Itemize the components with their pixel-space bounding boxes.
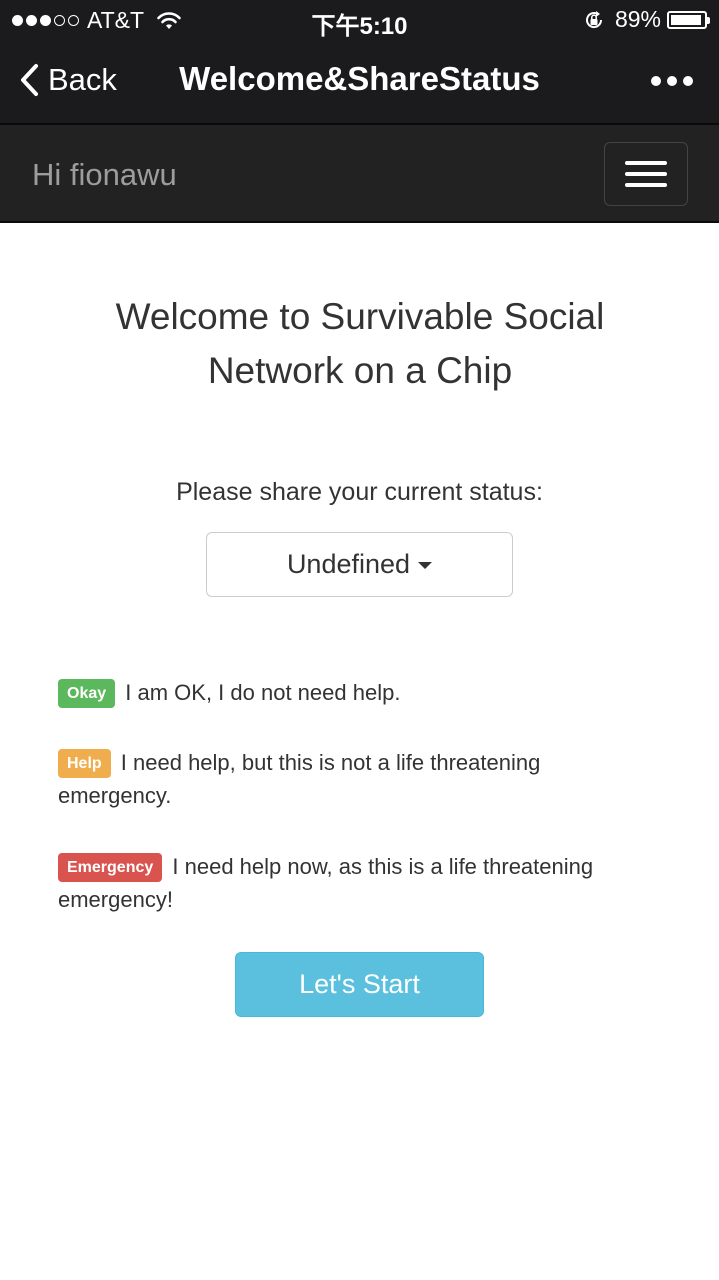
welcome-line-1: Welcome to Survivable Social — [115, 296, 605, 337]
status-bar: AT&T 下午5:10 89% — [0, 0, 719, 40]
caret-down-icon — [418, 562, 433, 569]
status-prompt: Please share your current status: — [176, 478, 543, 506]
status-dropdown-value: Undefined — [286, 549, 411, 579]
help-badge: Help — [58, 749, 111, 778]
status-right: 89% — [583, 6, 710, 33]
page-title: Welcome&ShareStatus — [179, 60, 540, 97]
app-header: Hi fionawu — [0, 123, 719, 223]
legend-item-emergency: Emergency I need help now, as this is a … — [58, 850, 658, 916]
lets-start-button[interactable]: Let's Start — [235, 952, 484, 1017]
hamburger-icon-bar — [625, 172, 667, 176]
okay-badge: Okay — [58, 679, 116, 708]
navigation-bar: Back Welcome&ShareStatus — [0, 40, 719, 123]
hamburger-icon-bar — [625, 183, 667, 187]
menu-toggle-button[interactable] — [604, 142, 688, 206]
rotation-lock-icon — [585, 10, 602, 28]
welcome-heading: Welcome to Survivable Social Network on … — [60, 290, 660, 398]
legend-item-help: Help I need help, but this is not a life… — [58, 746, 658, 812]
battery-icon — [667, 10, 710, 29]
status-dropdown[interactable]: Undefined — [206, 532, 513, 597]
more-options-icon[interactable] — [651, 76, 693, 86]
battery-percentage: 89% — [614, 6, 661, 32]
help-description: I need help, but this is not a life thre… — [58, 750, 541, 808]
emergency-badge: Emergency — [58, 853, 163, 882]
user-greeting[interactable]: Hi fionawu — [32, 157, 177, 193]
legend-item-okay: Okay I am OK, I do not need help. — [58, 676, 658, 709]
hamburger-icon — [625, 161, 667, 165]
welcome-line-2: Network on a Chip — [207, 350, 513, 391]
okay-description: I am OK, I do not need help. — [125, 680, 401, 705]
